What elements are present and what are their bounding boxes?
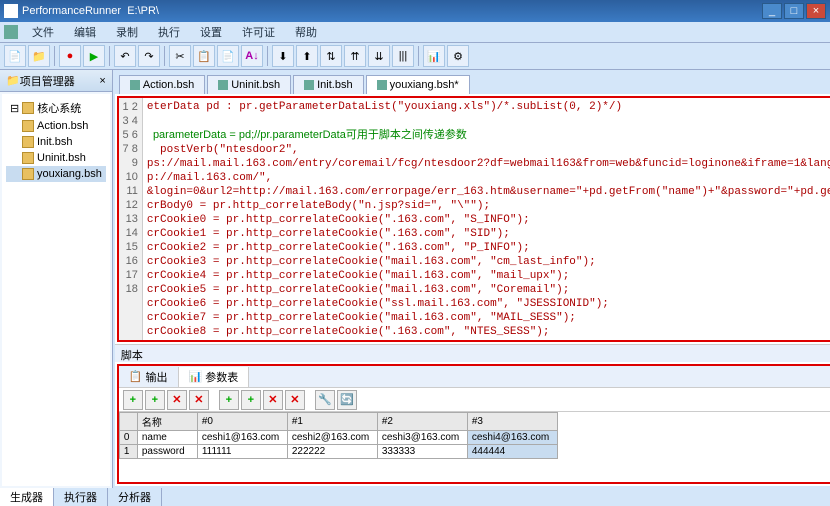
folder-icon: 📁 (6, 74, 20, 87)
workspace-tabs: 生成器 执行器 分析器 (0, 488, 830, 506)
titlebar: PerformanceRunner E:\PR\ _ □ × (0, 0, 830, 22)
tool-btn-8[interactable]: 📋 (193, 45, 215, 67)
menu-help[interactable]: 帮助 (289, 22, 323, 42)
title-text: PerformanceRunner E:\PR\ (22, 5, 762, 17)
project-tree: ⊟核心系统 Action.bsh Init.bsh Uninit.bsh you… (2, 94, 110, 486)
tool-btn-9[interactable]: 📄 (217, 45, 239, 67)
tool-btn-16[interactable]: ||| (392, 45, 414, 67)
play-button[interactable]: ▶ (83, 45, 105, 67)
project-panel-header: 📁 项目管理器 × (0, 70, 112, 92)
tool-btn-10[interactable]: A↓ (241, 45, 263, 67)
app-icon (4, 4, 18, 18)
close-button[interactable]: × (806, 3, 826, 19)
menubar: 文件 编辑 录制 执行 设置 许可证 帮助 (0, 22, 830, 42)
col-idx (119, 413, 137, 431)
tool-btn-6[interactable]: ↷ (138, 45, 160, 67)
menu-record[interactable]: 录制 (110, 22, 144, 42)
editor-panel: Action.bsh Uninit.bsh Init.bsh youxiang.… (115, 72, 830, 486)
tab-youxiang[interactable]: youxiang.bsh* (366, 75, 470, 94)
param-add-col[interactable]: + (145, 390, 165, 410)
param-del-col[interactable]: ✕ (189, 390, 209, 410)
minimize-button[interactable]: _ (762, 3, 782, 19)
tool-btn-17[interactable]: 📊 (423, 45, 445, 67)
tool-btn-13[interactable]: ⇅ (320, 45, 342, 67)
tool-btn-2[interactable]: 📁 (28, 45, 50, 67)
param-add-col2[interactable]: + (241, 390, 261, 410)
tool-btn-1[interactable]: 📄 (4, 45, 26, 67)
param-del-col2[interactable]: ✕ (285, 390, 305, 410)
tool-btn-18[interactable]: ⚙ (447, 45, 469, 67)
col-1[interactable]: #1 (287, 413, 377, 431)
bottom-panel: 📋输出 📊参数表 + + ✕ ✕ + + ✕ ✕ 🔧 🔄 (117, 364, 830, 484)
tool-btn-7[interactable]: ✂ (169, 45, 191, 67)
code-editor[interactable]: 1 2 3 4 5 6 7 8 9 10 11 12 13 14 15 16 1… (117, 96, 830, 342)
tree-item-action[interactable]: Action.bsh (6, 118, 106, 134)
editor-tabbar: Action.bsh Uninit.bsh Init.bsh youxiang.… (115, 72, 830, 94)
menu-settings[interactable]: 设置 (194, 22, 228, 42)
project-panel: 📁 项目管理器 × ⊟核心系统 Action.bsh Init.bsh Unin… (0, 70, 113, 488)
tab-init[interactable]: Init.bsh (293, 75, 363, 94)
panel-close-icon[interactable]: × (99, 75, 105, 87)
line-gutter: 1 2 3 4 5 6 7 8 9 10 11 12 13 14 15 16 1… (119, 98, 143, 340)
output-tab[interactable]: 📋输出 (119, 367, 179, 387)
col-3[interactable]: #3 (467, 413, 557, 431)
param-tool-a[interactable]: 🔧 (315, 390, 335, 410)
col-0[interactable]: #0 (197, 413, 287, 431)
record-button[interactable]: ● (59, 45, 81, 67)
executor-tab[interactable]: 执行器 (54, 488, 108, 506)
param-toolbar: + + ✕ ✕ + + ✕ ✕ 🔧 🔄 (119, 388, 830, 412)
generator-tab[interactable]: 生成器 (0, 488, 54, 506)
table-row[interactable]: 0 name ceshi1@163.com ceshi2@163.com ces… (119, 431, 557, 445)
table-row[interactable]: 1 password 111111 222222 333333 444444 (119, 445, 557, 459)
menu-file[interactable]: 文件 (26, 22, 60, 42)
tree-root[interactable]: ⊟核心系统 (6, 98, 106, 118)
code-content[interactable]: eterData pd : pr.getParameterDataList("y… (143, 98, 830, 340)
analyzer-tab[interactable]: 分析器 (108, 488, 162, 506)
tree-item-init[interactable]: Init.bsh (6, 134, 106, 150)
tool-btn-15[interactable]: ⇊ (368, 45, 390, 67)
param-add-row[interactable]: + (123, 390, 143, 410)
tool-btn-14[interactable]: ⇈ (344, 45, 366, 67)
param-tool-b[interactable]: 🔄 (337, 390, 357, 410)
param-del-row[interactable]: ✕ (167, 390, 187, 410)
param-del-row2[interactable]: ✕ (263, 390, 283, 410)
app-menu-icon (4, 25, 18, 39)
tree-item-uninit[interactable]: Uninit.bsh (6, 150, 106, 166)
tool-btn-5[interactable]: ↶ (114, 45, 136, 67)
script-subtab[interactable]: 脚本 (115, 344, 830, 362)
toolbar: 📄 📁 ● ▶ ↶ ↷ ✂ 📋 📄 A↓ ⬇ ⬆ ⇅ ⇈ ⇊ ||| 📊 ⚙ (0, 42, 830, 70)
menu-execute[interactable]: 执行 (152, 22, 186, 42)
col-name[interactable]: 名称 (137, 413, 197, 431)
project-panel-title: 项目管理器 (20, 73, 75, 89)
param-table[interactable]: 名称 #0 #1 #2 #3 0 name ceshi1@163.com ces… (119, 412, 830, 482)
maximize-button[interactable]: □ (784, 3, 804, 19)
menu-edit[interactable]: 编辑 (68, 22, 102, 42)
tool-btn-12[interactable]: ⬆ (296, 45, 318, 67)
menu-license[interactable]: 许可证 (236, 22, 281, 42)
params-tab[interactable]: 📊参数表 (179, 367, 250, 387)
tab-uninit[interactable]: Uninit.bsh (207, 75, 291, 94)
tree-item-youxiang[interactable]: youxiang.bsh (6, 166, 106, 182)
col-2[interactable]: #2 (377, 413, 467, 431)
param-add-row2[interactable]: + (219, 390, 239, 410)
tab-action[interactable]: Action.bsh (119, 75, 205, 94)
tool-btn-11[interactable]: ⬇ (272, 45, 294, 67)
